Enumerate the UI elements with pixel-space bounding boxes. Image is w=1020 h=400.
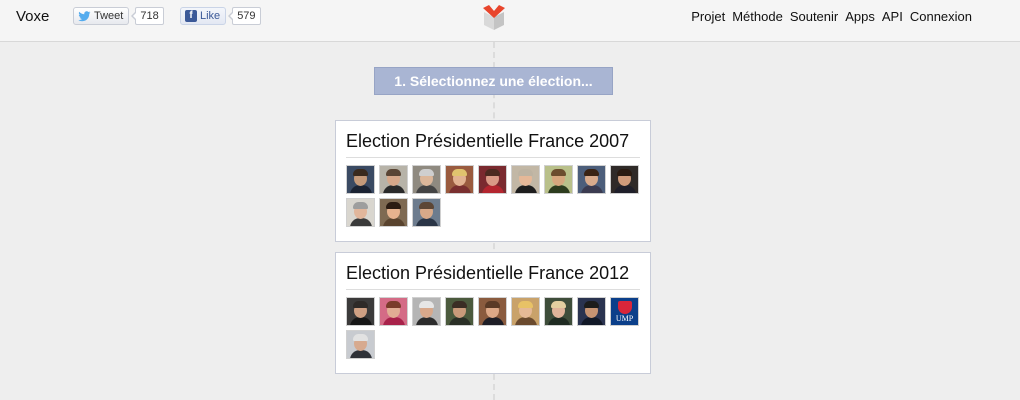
nav-link[interactable]: Projet: [691, 9, 725, 24]
portrait-shoulders: [548, 185, 570, 193]
party-logo[interactable]: UMP: [610, 297, 639, 326]
candidate-photo[interactable]: [478, 297, 507, 326]
portrait-shoulders: [350, 350, 372, 358]
portrait-hair: [518, 169, 533, 176]
portrait-hair: [419, 301, 434, 308]
candidate-photo[interactable]: [610, 165, 639, 194]
portrait-hair: [551, 301, 566, 308]
party-logo-label: UMP: [615, 314, 634, 323]
election-title: Election Présidentielle France 2012: [346, 263, 630, 283]
candidate-photo[interactable]: [379, 297, 408, 326]
candidate-photo[interactable]: [445, 165, 474, 194]
portrait-shoulders: [383, 218, 405, 226]
portrait-shoulders: [482, 317, 504, 325]
portrait-shoulders: [383, 317, 405, 325]
top-bar: Voxe Tweet 718 f Like 579 Projet Méthode S…: [0, 0, 1020, 42]
portrait-hair: [485, 301, 500, 308]
portrait-hair: [353, 301, 368, 308]
candidate-photo[interactable]: [412, 297, 441, 326]
portrait-hair: [617, 169, 632, 176]
candidate-photo[interactable]: [511, 297, 540, 326]
candidate-photo[interactable]: [412, 198, 441, 227]
portrait-hair: [452, 169, 467, 176]
voxe-logo-icon[interactable]: [480, 4, 508, 32]
candidate-photo[interactable]: [445, 297, 474, 326]
tweet-widget: Tweet 718: [73, 7, 164, 25]
portrait-hair: [518, 301, 533, 308]
candidate-photo[interactable]: [412, 165, 441, 194]
portrait-shoulders: [515, 317, 537, 325]
portrait-shoulders: [581, 317, 603, 325]
candidate-photo[interactable]: [379, 198, 408, 227]
portrait-shoulders: [614, 185, 636, 193]
portrait-shoulders: [515, 185, 537, 193]
portrait-shoulders: [416, 317, 438, 325]
like-button[interactable]: f Like: [180, 7, 227, 25]
candidate-list: [346, 165, 646, 227]
portrait-hair: [386, 301, 401, 308]
portrait-shoulders: [416, 185, 438, 193]
main-nav: Projet Méthode Soutenir Apps API Connexion: [691, 9, 972, 24]
like-label: Like: [200, 10, 221, 22]
nav-link[interactable]: Apps: [845, 9, 875, 24]
portrait-shoulders: [416, 218, 438, 226]
portrait-hair: [584, 169, 599, 176]
candidate-photo[interactable]: [346, 297, 375, 326]
portrait-shoulders: [449, 317, 471, 325]
candidate-photo[interactable]: [577, 297, 606, 326]
like-count: 579: [228, 7, 261, 25]
brand-link[interactable]: Voxe: [16, 8, 49, 25]
candidate-photo[interactable]: [511, 165, 540, 194]
candidate-photo[interactable]: [544, 297, 573, 326]
election-title: Election Présidentielle France 2007: [346, 131, 630, 151]
portrait-shoulders: [350, 317, 372, 325]
portrait-hair: [386, 169, 401, 176]
portrait-shoulders: [350, 218, 372, 226]
portrait-hair: [584, 301, 599, 308]
facebook-icon: f: [185, 10, 197, 22]
portrait-hair: [551, 169, 566, 176]
candidate-photo[interactable]: [544, 165, 573, 194]
nav-link[interactable]: Connexion: [910, 9, 972, 24]
party-emblem-icon: [618, 301, 632, 314]
portrait-shoulders: [449, 185, 471, 193]
portrait-shoulders: [350, 185, 372, 193]
portrait-shoulders: [581, 185, 603, 193]
candidate-photo[interactable]: [478, 165, 507, 194]
candidate-photo[interactable]: [346, 330, 375, 359]
portrait-hair: [419, 169, 434, 176]
portrait-hair: [386, 202, 401, 209]
nav-link[interactable]: Soutenir: [790, 9, 838, 24]
portrait-hair: [452, 301, 467, 308]
nav-link[interactable]: API: [882, 9, 903, 24]
candidate-photo[interactable]: [346, 198, 375, 227]
portrait-hair: [353, 169, 368, 176]
like-widget: f Like 579: [180, 7, 261, 25]
candidate-photo[interactable]: [577, 165, 606, 194]
portrait-shoulders: [482, 185, 504, 193]
portrait-hair: [485, 169, 500, 176]
portrait-hair: [353, 202, 368, 209]
divider: [346, 157, 640, 158]
nav-link[interactable]: Méthode: [732, 9, 783, 24]
step-select-election: 1. Sélectionnez une élection...: [374, 67, 613, 95]
election-card-2012[interactable]: Election Présidentielle France 2012 UMP: [335, 252, 651, 374]
tweet-button[interactable]: Tweet: [73, 7, 130, 25]
portrait-shoulders: [383, 185, 405, 193]
divider: [346, 289, 640, 290]
candidate-photo[interactable]: [346, 165, 375, 194]
portrait-hair: [353, 334, 368, 341]
twitter-bird-icon: [78, 10, 91, 21]
candidate-photo[interactable]: [379, 165, 408, 194]
portrait-shoulders: [548, 317, 570, 325]
tweet-label: Tweet: [94, 10, 124, 22]
portrait-hair: [419, 202, 434, 209]
tweet-count: 718: [131, 7, 164, 25]
election-card-2007[interactable]: Election Présidentielle France 2007: [335, 120, 651, 242]
candidate-list: UMP: [346, 297, 646, 359]
